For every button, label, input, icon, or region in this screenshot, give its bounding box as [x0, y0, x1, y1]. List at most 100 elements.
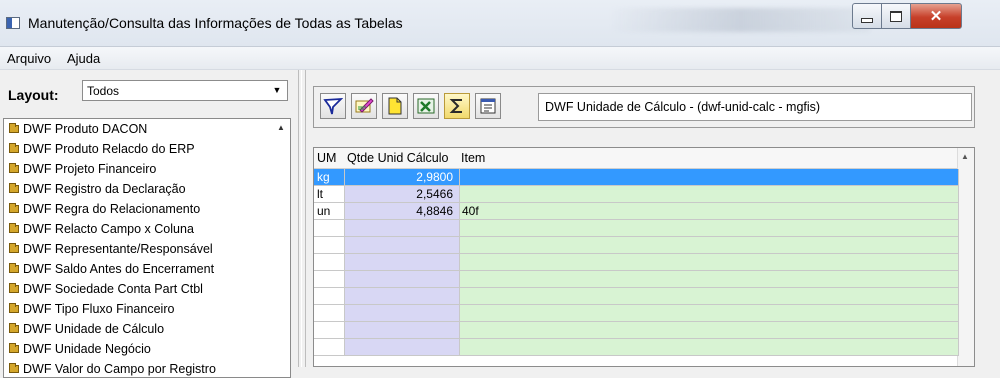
folder-icon: [9, 323, 19, 333]
cell-um[interactable]: kg: [314, 169, 345, 186]
cell-item[interactable]: [460, 237, 959, 254]
menu-arquivo[interactable]: Arquivo: [7, 51, 51, 66]
table-list-item[interactable]: DWF Sociedade Conta Part Ctbl: [4, 279, 290, 299]
cell-item[interactable]: [460, 220, 959, 237]
table-list-item-label: DWF Relacto Campo x Coluna: [23, 222, 194, 236]
cell-um[interactable]: [314, 220, 345, 237]
cell-qtde[interactable]: [345, 237, 460, 254]
cell-qtde[interactable]: 2,5466: [345, 186, 460, 203]
table-list-item[interactable]: DWF Produto Relacdo do ERP: [4, 139, 290, 159]
table-row[interactable]: [314, 288, 959, 305]
edit-button[interactable]: [351, 93, 377, 119]
panel-splitter[interactable]: [298, 70, 306, 367]
cell-qtde[interactable]: [345, 271, 460, 288]
minimize-icon: [861, 17, 873, 23]
cell-um[interactable]: lt: [314, 186, 345, 203]
table-list-item-label: DWF Unidade Negócio: [23, 342, 151, 356]
column-header-item[interactable]: Item: [461, 151, 485, 165]
table-row[interactable]: [314, 339, 959, 356]
excel-icon: [417, 98, 435, 114]
table-row[interactable]: [314, 237, 959, 254]
cell-item[interactable]: [460, 305, 959, 322]
table-list-item[interactable]: DWF Unidade de Cálculo: [4, 319, 290, 339]
cell-item[interactable]: [460, 322, 959, 339]
cell-item[interactable]: [460, 339, 959, 356]
table-row[interactable]: [314, 322, 959, 339]
folder-icon: [9, 163, 19, 173]
cell-qtde[interactable]: [345, 305, 460, 322]
cell-item[interactable]: [460, 288, 959, 305]
export-excel-button[interactable]: [413, 93, 439, 119]
cell-qtde[interactable]: [345, 288, 460, 305]
cell-um[interactable]: [314, 288, 345, 305]
minimize-button[interactable]: [852, 3, 882, 29]
layout-label: Layout:: [8, 87, 59, 103]
data-grid[interactable]: UM Qtde Unid Cálculo Item ▲ kg 2,9800 lt 2,…: [313, 147, 975, 367]
table-list-item[interactable]: DWF Tipo Fluxo Financeiro: [4, 299, 290, 319]
table-list-item[interactable]: DWF Regra do Relacionamento: [4, 199, 290, 219]
table-list-item-label: DWF Representante/Responsável: [23, 242, 213, 256]
cell-qtde[interactable]: 2,9800: [345, 169, 460, 186]
table-list-item[interactable]: DWF Registro da Declaração: [4, 179, 290, 199]
chevron-down-icon[interactable]: ▼: [269, 82, 285, 99]
title-bar-blur: [610, 8, 870, 32]
table-list-item[interactable]: DWF Valor do Campo por Registro: [4, 359, 290, 377]
table-row[interactable]: lt 2,5466: [314, 186, 959, 203]
folder-icon: [9, 363, 19, 373]
properties-icon: [480, 98, 496, 114]
grid-header: UM Qtde Unid Cálculo Item: [314, 148, 959, 169]
cell-qtde[interactable]: [345, 254, 460, 271]
cell-um[interactable]: un: [314, 203, 345, 220]
cell-item[interactable]: [460, 271, 959, 288]
column-header-qtde[interactable]: Qtde Unid Cálculo: [347, 151, 448, 165]
column-header-um[interactable]: UM: [317, 151, 336, 165]
folder-icon: [9, 303, 19, 313]
cell-item[interactable]: 40f: [460, 203, 959, 220]
table-list-item[interactable]: DWF Projeto Financeiro: [4, 159, 290, 179]
menu-ajuda[interactable]: Ajuda: [67, 51, 100, 66]
table-list-item-label: DWF Tipo Fluxo Financeiro: [23, 302, 175, 316]
cell-item[interactable]: [460, 254, 959, 271]
table-row[interactable]: un 4,8846 40f: [314, 203, 959, 220]
table-row[interactable]: kg 2,9800: [314, 169, 959, 186]
cell-item[interactable]: [460, 186, 959, 203]
cell-qtde[interactable]: 4,8846: [345, 203, 460, 220]
table-row[interactable]: [314, 254, 959, 271]
table-list-item-label: DWF Registro da Declaração: [23, 182, 186, 196]
table-list-item[interactable]: DWF Relacto Campo x Coluna: [4, 219, 290, 239]
table-row[interactable]: [314, 305, 959, 322]
cell-qtde[interactable]: [345, 322, 460, 339]
cell-um[interactable]: [314, 339, 345, 356]
cell-um[interactable]: [314, 237, 345, 254]
cell-item[interactable]: [460, 169, 959, 186]
cell-um[interactable]: [314, 271, 345, 288]
cell-um[interactable]: [314, 322, 345, 339]
layout-select-value: Todos: [87, 84, 120, 98]
scroll-up-icon[interactable]: ▲: [961, 152, 969, 161]
cell-qtde[interactable]: [345, 339, 460, 356]
cell-um[interactable]: [314, 305, 345, 322]
table-list-item-label: DWF Projeto Financeiro: [23, 162, 157, 176]
cell-um[interactable]: [314, 254, 345, 271]
vertical-scrollbar[interactable]: ▲: [957, 148, 974, 366]
properties-button[interactable]: [475, 93, 501, 119]
table-list-item[interactable]: DWF Produto DACON: [4, 119, 290, 139]
table-list-item[interactable]: DWF Unidade Negócio: [4, 339, 290, 359]
table-list-item[interactable]: DWF Representante/Responsável: [4, 239, 290, 259]
table-row[interactable]: [314, 220, 959, 237]
layout-select[interactable]: Todos ▼: [82, 80, 288, 101]
maximize-button[interactable]: [881, 3, 911, 29]
filter-button[interactable]: [320, 93, 346, 119]
table-row[interactable]: [314, 271, 959, 288]
folder-icon: [9, 343, 19, 353]
close-button[interactable]: ✕: [910, 3, 962, 29]
edit-icon: [355, 98, 374, 113]
table-list[interactable]: ▲ DWF Produto DACON DWF Produto Relacdo d…: [3, 118, 291, 378]
folder-icon: [9, 143, 19, 153]
maximize-icon: [890, 10, 902, 22]
folder-icon: [9, 223, 19, 233]
sum-button[interactable]: [444, 93, 470, 119]
new-record-button[interactable]: [382, 93, 408, 119]
cell-qtde[interactable]: [345, 220, 460, 237]
table-list-item[interactable]: DWF Saldo Antes do Encerrament: [4, 259, 290, 279]
